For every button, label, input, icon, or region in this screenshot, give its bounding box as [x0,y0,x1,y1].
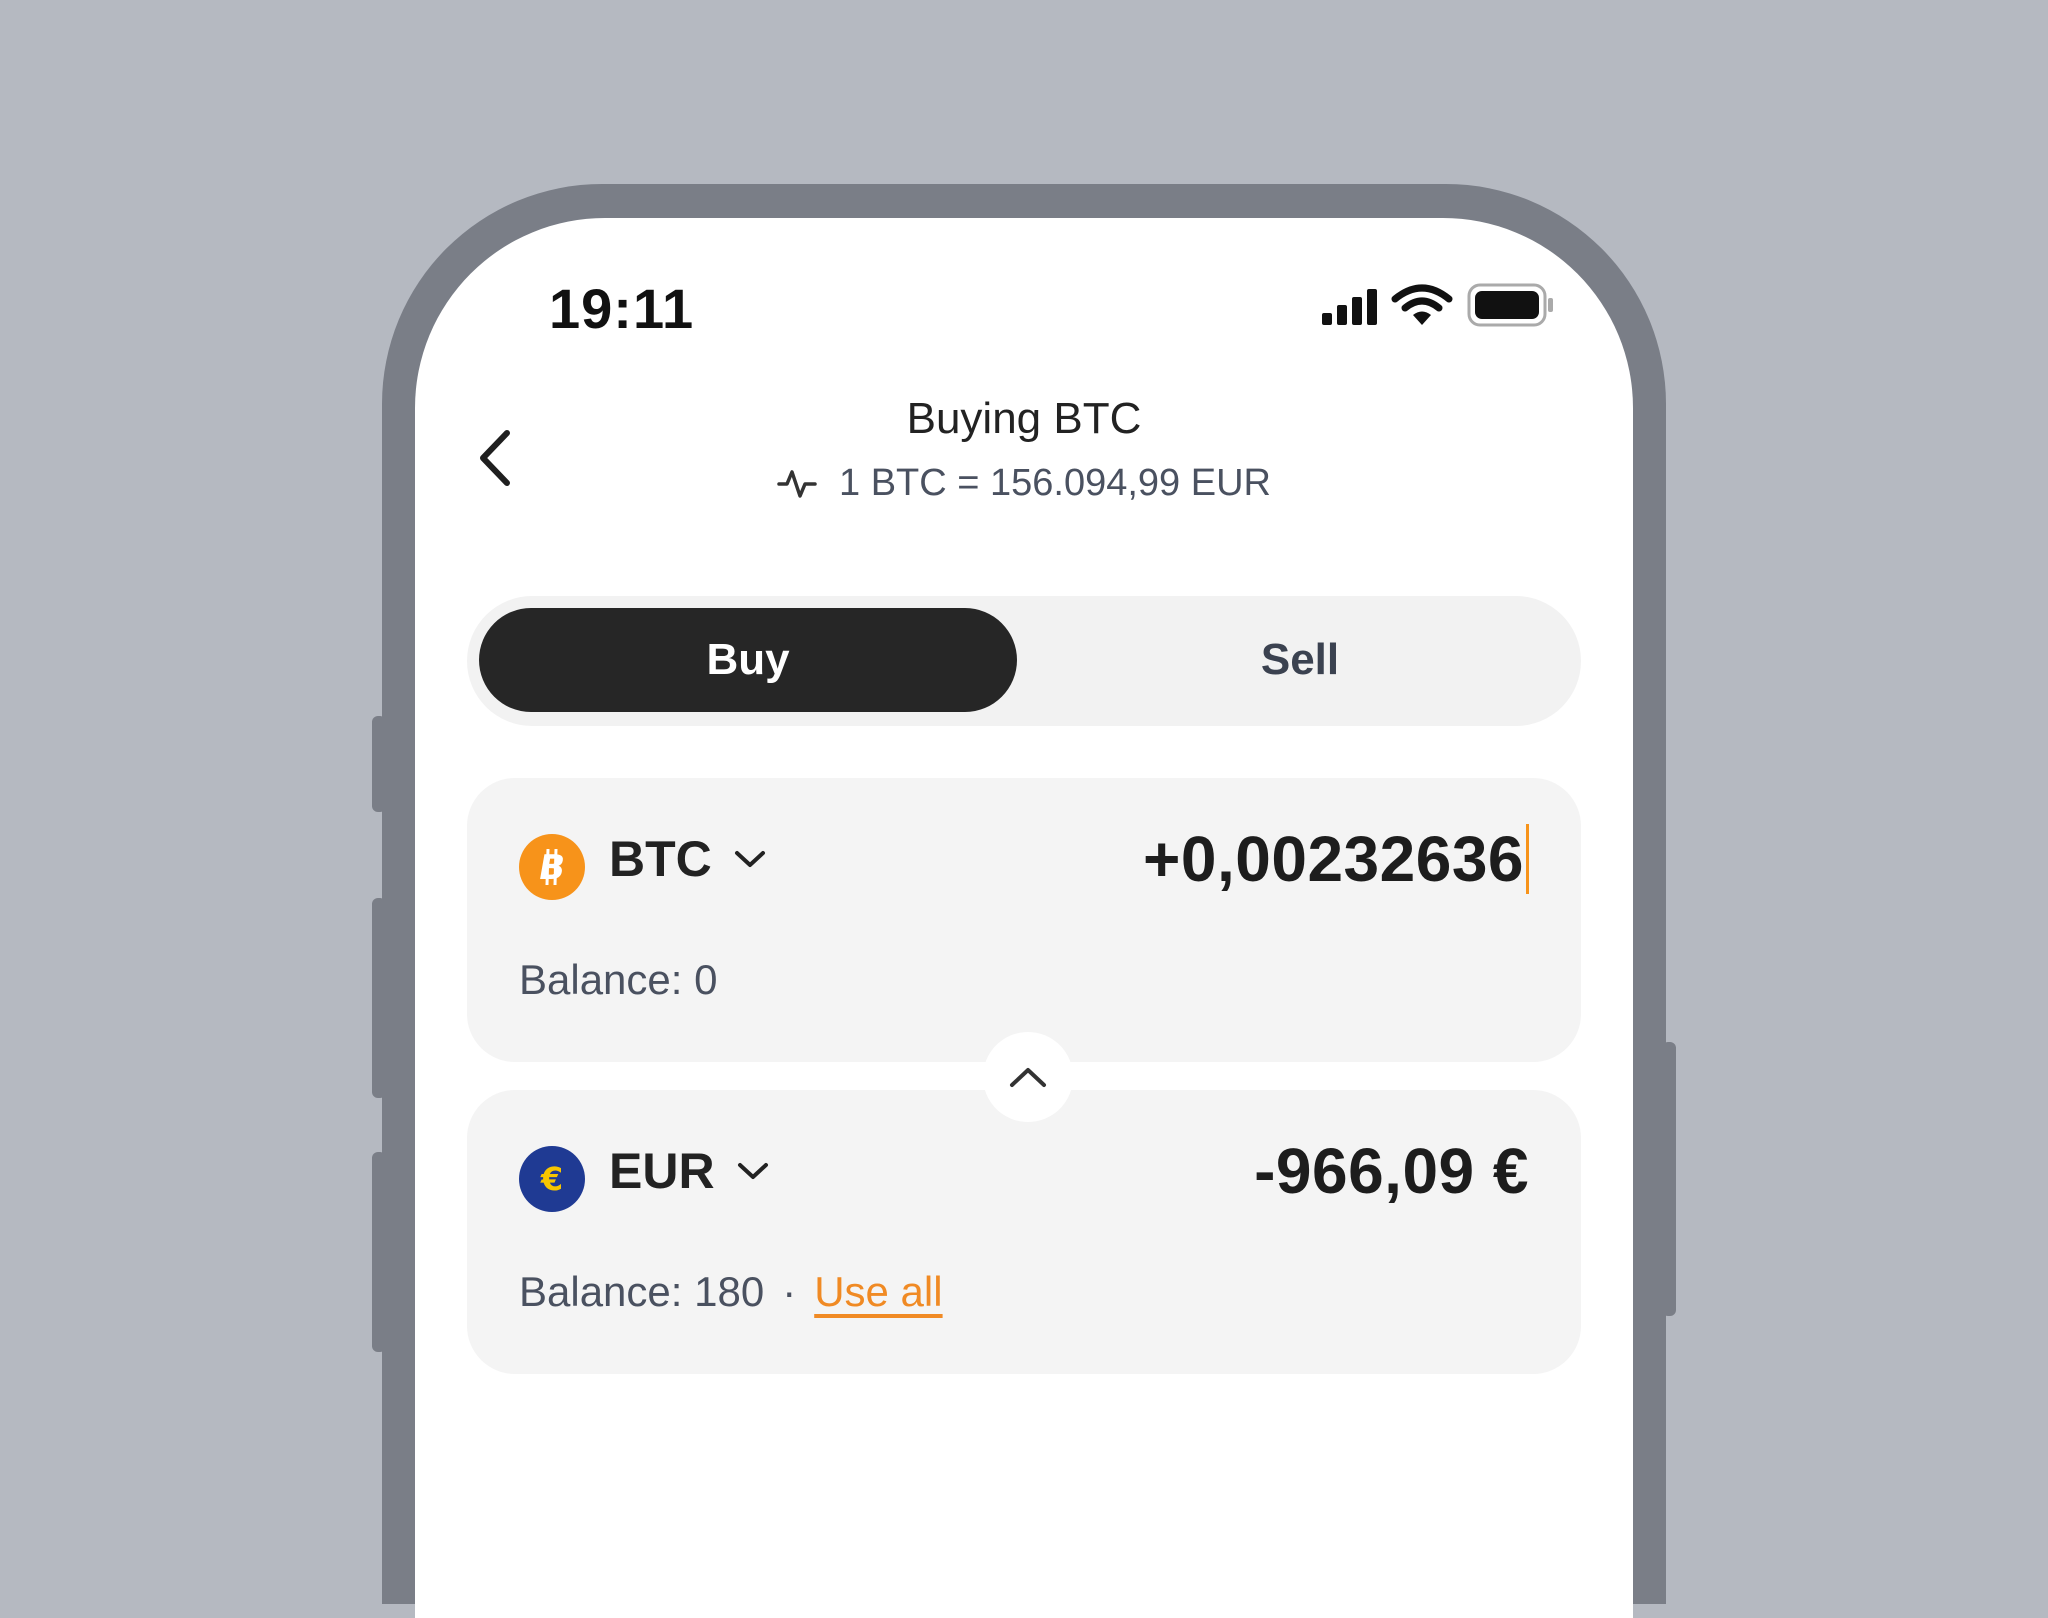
to-balance: Balance: 180 [519,1268,765,1315]
from-balance: Balance: 0 [519,956,718,1003]
buy-sell-toggle: Buy Sell [467,596,1581,726]
bitcoin-icon: B [519,834,585,900]
to-currency-select[interactable]: EUR [609,1142,769,1200]
wifi-icon [1391,284,1453,325]
phone-side-button-power [1662,1042,1676,1316]
swap-button[interactable] [983,1032,1073,1122]
phone-side-button-volume-up [372,898,386,1098]
exchange-rate: 1 BTC = 156.094,99 EUR [415,462,1633,505]
svg-text:€: € [540,1160,563,1198]
to-currency-card: € EUR -966,09 € Balance: 180 · Use all [467,1090,1581,1374]
from-currency-code: BTC [609,831,712,887]
to-balance-row: Balance: 180 · Use all [519,1268,943,1316]
tab-sell[interactable]: Sell [1031,608,1569,712]
from-amount-value: +0,00232636 [1143,823,1524,895]
to-currency-code: EUR [609,1143,715,1199]
text-cursor [1526,824,1529,894]
battery-icon [1467,283,1553,327]
from-currency-card: B BTC +0,00232636 Balance: 0 [467,778,1581,1062]
page-title: Buying BTC [906,394,1142,443]
to-amount-value: -966,09 € [1254,1135,1529,1207]
activity-icon [777,469,817,498]
chevron-up-icon [1010,1068,1046,1087]
svg-text:B: B [535,848,568,888]
status-time: 19:11 [549,277,695,340]
phone-screen: 19:11 Buying BTC 1 BTC = 156.094,99 EUR [415,218,1633,1618]
from-amount-input[interactable]: +0,00232636 [1143,822,1529,896]
phone-side-button-volume-down [372,1152,386,1352]
status-icons [1322,282,1555,328]
phone-side-button-silent [372,716,386,812]
cellular-signal-icon [1322,285,1377,325]
use-all-link[interactable]: Use all [814,1268,942,1316]
chevron-down-icon [734,851,765,867]
from-currency-select[interactable]: BTC [609,830,766,888]
euro-icon: € [519,1146,585,1212]
balance-separator: · [782,1268,797,1315]
chevron-down-icon [737,1163,768,1179]
tab-buy[interactable]: Buy [479,608,1017,712]
exchange-rate-text: 1 BTC = 156.094,99 EUR [839,462,1271,504]
